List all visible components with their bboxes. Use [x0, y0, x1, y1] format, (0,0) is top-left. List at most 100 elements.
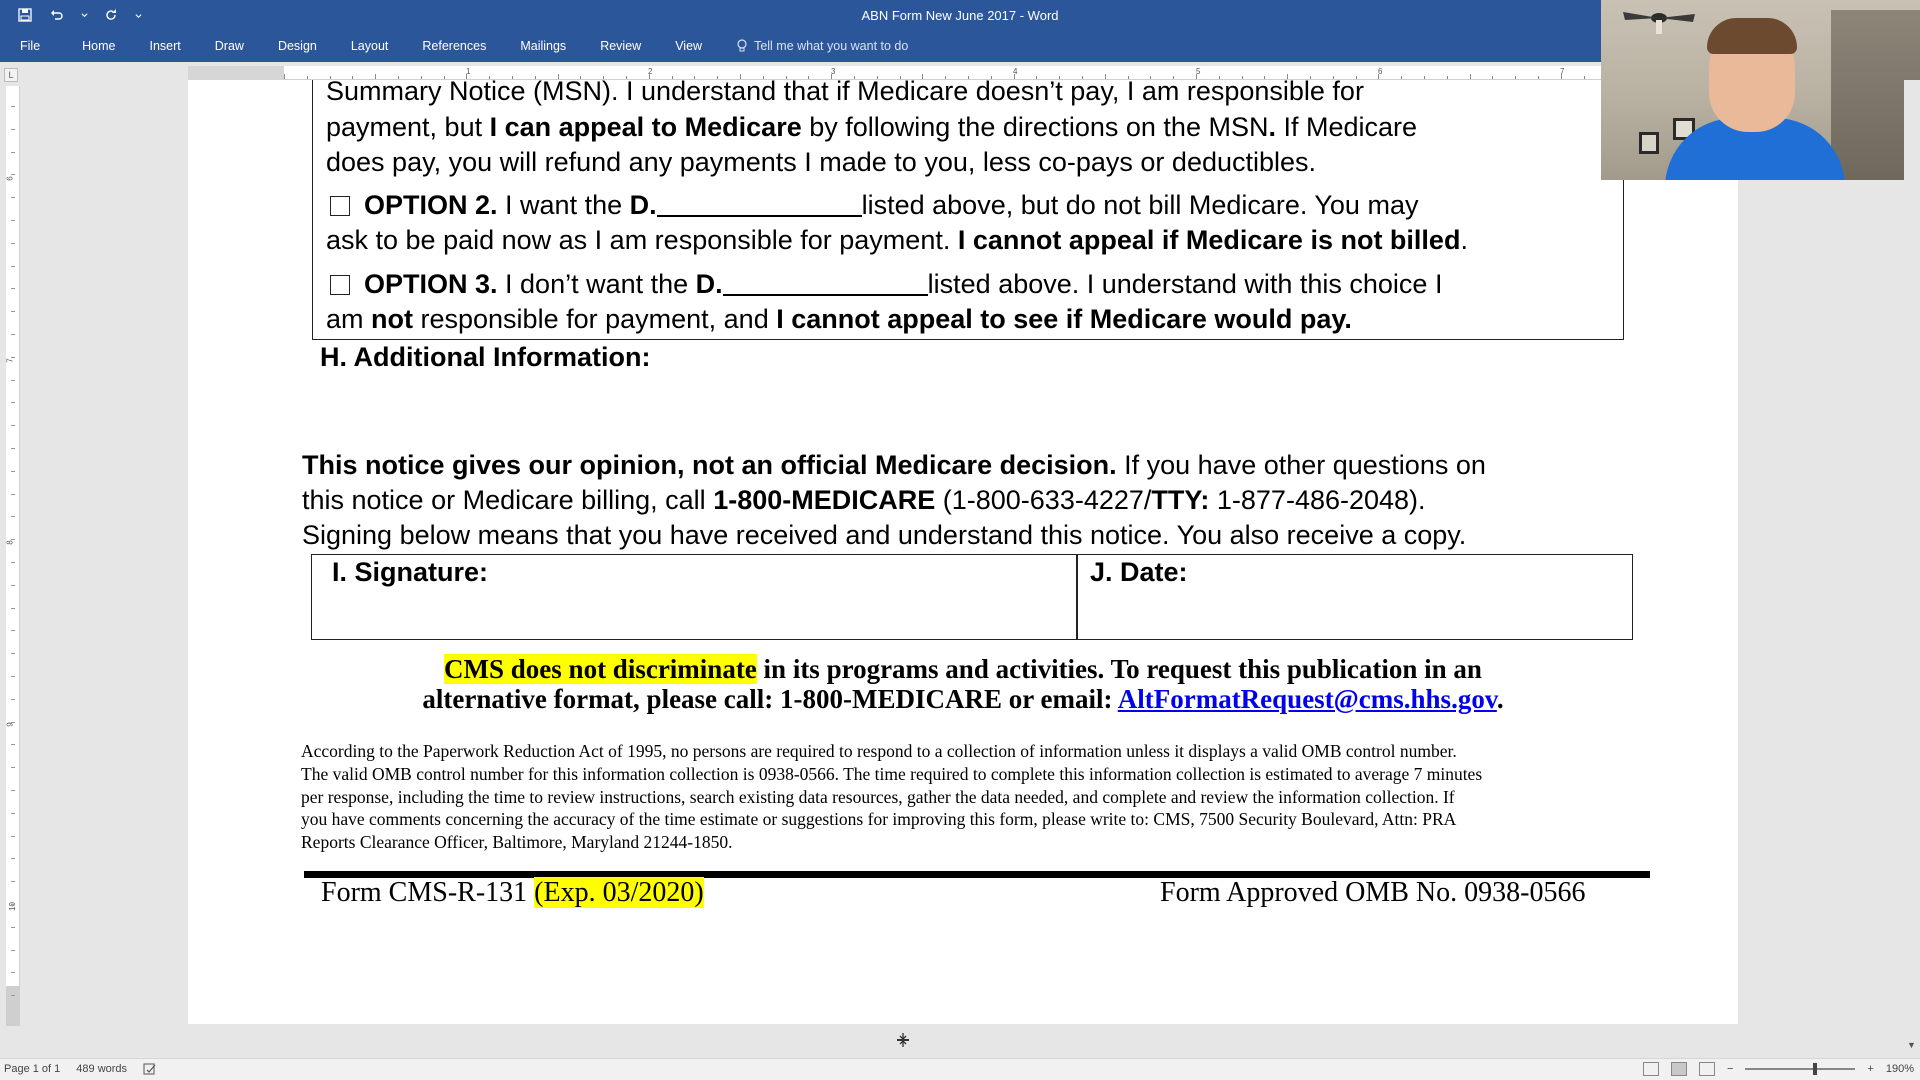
option3-line1: OPTION 3. I don’t want the D. listed abov…	[326, 267, 1442, 302]
ruler-tick	[1355, 76, 1357, 79]
ruler-tick	[1424, 76, 1425, 79]
ruler-tick	[489, 76, 491, 79]
option3-text: responsible for payment, and	[413, 304, 777, 334]
option2-line2: ask to be paid now as I am responsible f…	[326, 223, 1468, 258]
webcam-overlay	[1601, 0, 1920, 180]
proofing-icon[interactable]	[143, 1063, 157, 1075]
omb-approval: Form Approved OMB No. 0938-0566	[1160, 877, 1586, 908]
tab-references[interactable]: References	[422, 39, 500, 53]
picture-frame-icon	[1639, 132, 1659, 154]
option2-text: I want the	[497, 190, 630, 220]
form-number: Form CMS-R-131 (Exp. 03/2020)	[321, 877, 704, 909]
email-link[interactable]: AltFormatRequest@cms.hhs.gov	[1118, 684, 1497, 714]
ribbon-tabs: File Home Insert Draw Design Layout Refe…	[20, 39, 908, 53]
ruler-tick	[11, 630, 15, 632]
ruler-tick	[11, 197, 15, 199]
document-page[interactable]: Summary Notice (MSN). I understand that …	[188, 80, 1738, 1024]
ruler-tick	[1218, 76, 1220, 79]
notice-text: 1-877-486-2048).	[1209, 485, 1426, 515]
tab-home[interactable]: Home	[82, 39, 129, 53]
option2-label: OPTION 2.	[364, 190, 498, 220]
ruler-tick	[922, 74, 924, 79]
zoom-level[interactable]: 190%	[1886, 1063, 1914, 1075]
ruler-tick	[11, 174, 15, 176]
ruler-tick	[11, 470, 15, 472]
option3-not: not	[371, 304, 413, 334]
ruler-tick	[11, 721, 15, 723]
tab-draw[interactable]: Draw	[215, 39, 258, 53]
ruler-tick	[11, 858, 15, 860]
option3-line2: am not responsible for payment, and I ca…	[326, 302, 1352, 337]
option2-emphasis: I cannot appeal if Medicare is not bille…	[957, 225, 1461, 255]
ruler-tick	[11, 653, 15, 655]
pra-line: you have comments concerning the accurac…	[301, 809, 1457, 830]
ruler-tick	[1036, 76, 1038, 79]
tab-review[interactable]: Review	[600, 39, 655, 53]
tab-selector[interactable]: L	[4, 68, 18, 82]
ruler-tick	[375, 74, 377, 79]
print-layout-button[interactable]	[1670, 1062, 1687, 1076]
ruler-tick	[740, 74, 741, 79]
ruler-tick	[557, 74, 559, 79]
ruler-tick	[1287, 74, 1289, 79]
option2-text: listed above, but do not bill Medicare. …	[861, 190, 1419, 220]
option1-text: by following the directions on the MSN	[801, 112, 1269, 142]
tab-view[interactable]: View	[675, 39, 716, 53]
tab-file[interactable]: File	[20, 39, 54, 53]
option2-text: ask to be paid now as I am responsible f…	[326, 225, 958, 255]
option1-line2: payment, but I can appeal to Medicare by…	[326, 110, 1417, 145]
ruler-tick	[626, 76, 627, 79]
scroll-down-icon[interactable]: ▼	[1907, 1040, 1916, 1050]
notice-text: (1-800-633-4227/	[935, 485, 1152, 515]
zoom-slider-knob[interactable]	[1813, 1063, 1818, 1075]
vertical-ruler[interactable]: 6 7 8 9 10	[6, 86, 20, 1026]
ruler-tick	[11, 356, 15, 358]
ruler-tick	[831, 74, 833, 79]
split-handle-icon[interactable]	[895, 1032, 911, 1048]
vertical-scrollbar[interactable]: ▼	[1904, 80, 1920, 1054]
additional-information-heading: H. Additional Information:	[320, 342, 651, 372]
ruler-bottom-margin	[6, 986, 20, 1026]
zoom-slider[interactable]	[1745, 1063, 1856, 1075]
tab-insert[interactable]: Insert	[150, 39, 195, 53]
ruler-tick	[11, 584, 15, 586]
option3-blank[interactable]	[722, 294, 928, 296]
options-box: Summary Notice (MSN). I understand that …	[312, 80, 1624, 340]
notice-line2: this notice or Medicare billing, call 1-…	[302, 483, 1426, 518]
option3-checkbox[interactable]	[330, 275, 350, 295]
ruler-tick	[11, 379, 15, 381]
ruler-tick	[990, 76, 992, 79]
web-layout-button[interactable]	[1698, 1062, 1715, 1076]
tab-layout[interactable]: Layout	[351, 39, 403, 53]
notice-line1: This notice gives our opinion, not an of…	[302, 448, 1486, 483]
option2-blank[interactable]	[656, 215, 862, 217]
option2-line1: OPTION 2. I want the D. listed above, but…	[326, 188, 1418, 223]
tab-mailings[interactable]: Mailings	[520, 39, 580, 53]
zoom-out-button[interactable]: −	[1727, 1063, 1733, 1075]
pra-line: According to the Paperwork Reduction Act…	[301, 741, 1457, 761]
ruler-tick	[1515, 76, 1517, 79]
ruler-tick	[1241, 76, 1243, 79]
ruler-tick	[534, 76, 536, 79]
tab-design[interactable]: Design	[278, 39, 331, 53]
ruler-tick	[11, 904, 15, 905]
ruler-tick	[1173, 76, 1175, 79]
ruler-tick	[11, 744, 15, 746]
ruler-tick	[11, 448, 15, 449]
option2-checkbox[interactable]	[330, 196, 350, 216]
ruler-tick	[11, 425, 15, 427]
zoom-in-button[interactable]: +	[1867, 1063, 1873, 1075]
ruler-number: 7	[5, 358, 15, 363]
read-mode-button[interactable]	[1642, 1062, 1659, 1076]
word-count[interactable]: 489 words	[76, 1063, 127, 1075]
cms-period: .	[1496, 684, 1504, 714]
ruler-tick	[11, 516, 15, 518]
horizontal-ruler[interactable]: 1 2 3 4 5 6 7	[188, 66, 1738, 80]
ruler-tick	[11, 539, 15, 541]
cms-text: alternative format, please call: 1-800-M…	[422, 684, 1118, 714]
tell-me-search[interactable]: Tell me what you want to do	[736, 39, 908, 53]
ruler-tick	[1538, 76, 1539, 79]
ruler-tick	[671, 76, 673, 79]
medicare-phone: 1-800-MEDICARE	[713, 485, 936, 515]
page-count[interactable]: Page 1 of 1	[4, 1063, 60, 1075]
